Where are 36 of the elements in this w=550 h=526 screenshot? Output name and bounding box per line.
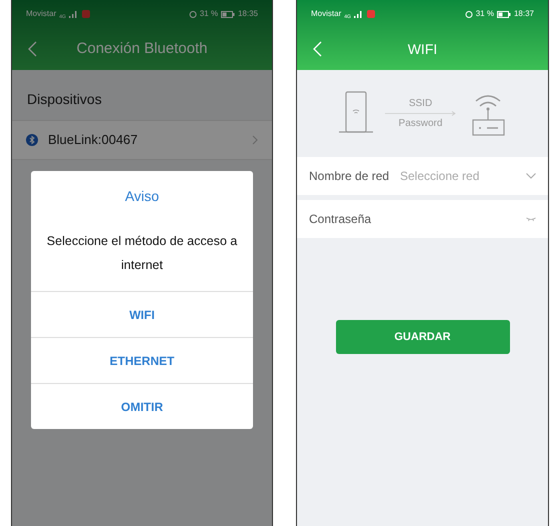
battery-percent: 31 % <box>200 8 218 20</box>
field-placeholder: Seleccione red <box>400 168 480 185</box>
chevron-right-icon <box>252 135 258 145</box>
dialog-option[interactable]: OMITIR <box>31 383 253 429</box>
battery-percent: 31 % <box>476 8 494 20</box>
password-label: Password <box>398 117 442 131</box>
notification-icon <box>366 10 375 18</box>
device-row[interactable]: BlueLink:00467 <box>12 120 272 160</box>
section-heading: Dispositivos <box>27 91 102 107</box>
clock-time: 18:37 <box>514 8 534 20</box>
eye-closed-icon[interactable] <box>526 216 536 222</box>
ssid-label: SSID <box>408 97 432 111</box>
back-icon[interactable] <box>28 41 37 57</box>
screen-title: WIFI <box>408 40 438 58</box>
form-field[interactable]: Nombre de red Seleccione red <box>297 157 548 195</box>
form-field[interactable]: Contraseña <box>297 200 548 238</box>
save-button[interactable]: GUARDAR <box>336 320 510 354</box>
field-label: Nombre de red <box>309 168 390 185</box>
dialog-option[interactable]: ETHERNET <box>31 337 253 383</box>
notification-icon <box>82 10 90 18</box>
signal-icon <box>354 10 362 18</box>
carrier-name: Movistar <box>26 8 56 20</box>
back-icon[interactable] <box>313 41 322 57</box>
battery-icon <box>220 10 235 18</box>
bluetooth-icon <box>26 134 38 146</box>
chevron-down-icon <box>526 173 536 179</box>
signal-icon <box>68 10 77 18</box>
dialog-option[interactable]: WIFI <box>31 291 253 337</box>
dialog-message: Seleccione el método de acceso a internet <box>46 234 238 272</box>
battery-icon <box>496 10 511 18</box>
arrow-icon <box>384 111 456 116</box>
dialog-title: Aviso <box>125 188 159 204</box>
screen-title: Conexión Bluetooth <box>76 38 208 59</box>
carrier-name: Movistar <box>311 8 342 20</box>
field-label: Contraseña <box>309 211 372 228</box>
clock-time: 18:35 <box>238 8 258 20</box>
